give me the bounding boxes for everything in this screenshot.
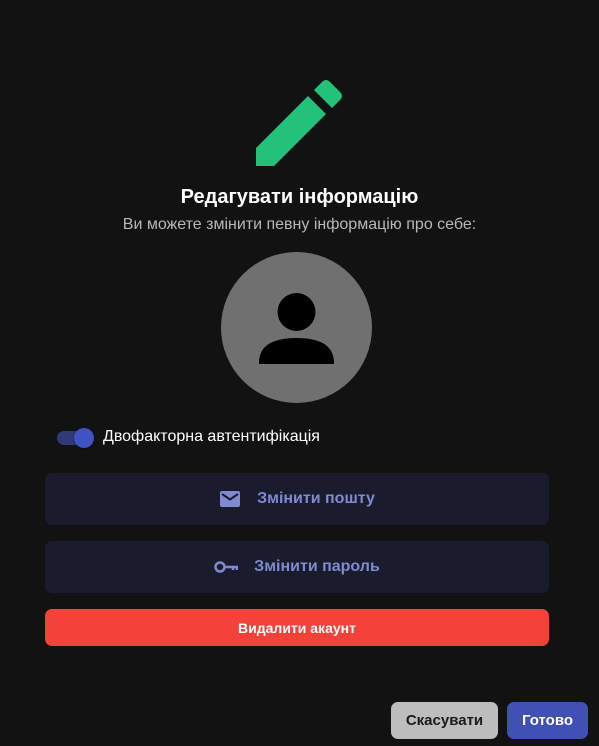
edit-info-dialog: Редагувати інформацію Ви можете змінити … (0, 0, 599, 746)
done-button[interactable]: Готово (507, 702, 588, 739)
delete-account-button[interactable]: Видалити акаунт (45, 609, 549, 646)
pencil-icon (256, 80, 342, 166)
toggle-thumb (74, 428, 94, 448)
avatar[interactable] (221, 252, 372, 403)
key-icon (214, 560, 239, 574)
dialog-title: Редагувати інформацію (180, 186, 419, 208)
change-email-label: Змінити пошту (257, 490, 375, 507)
person-icon (259, 293, 334, 364)
two-factor-label: Двофакторна автентифікація (103, 428, 320, 445)
change-password-button[interactable]: Змінити пароль (45, 541, 549, 593)
two-factor-row: Двофакторна автентифікація (57, 426, 320, 448)
cancel-button[interactable]: Скасувати (391, 702, 498, 739)
change-email-button[interactable]: Змінити пошту (45, 473, 549, 525)
dialog-subtitle: Ви можете змінити певну інформацію про с… (122, 216, 477, 233)
change-password-label: Змінити пароль (254, 558, 380, 575)
mail-icon (219, 490, 241, 508)
two-factor-toggle[interactable] (57, 426, 94, 448)
